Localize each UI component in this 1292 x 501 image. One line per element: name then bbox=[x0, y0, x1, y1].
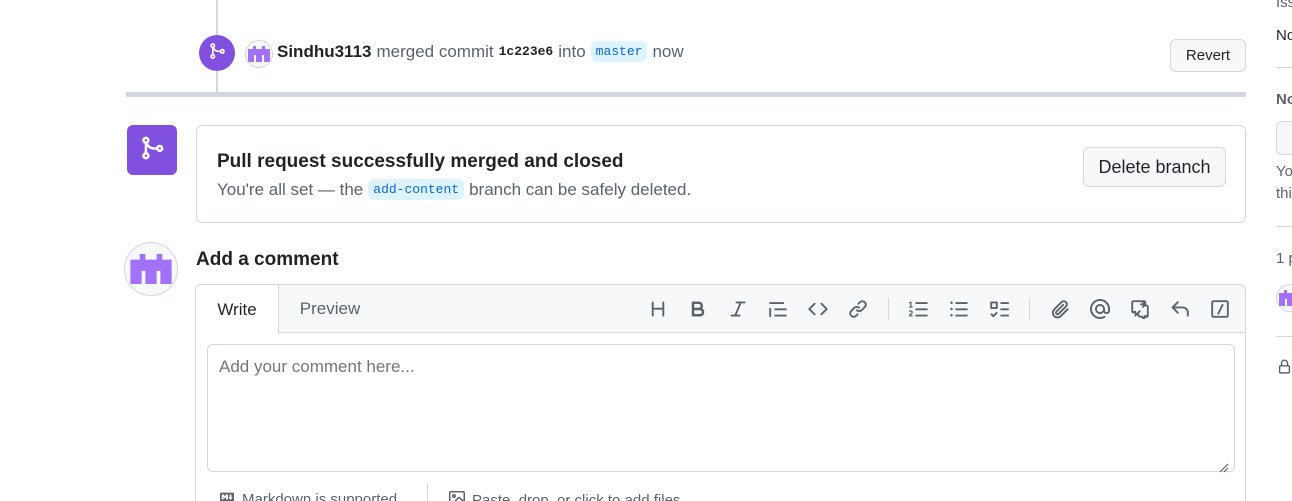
heading-icon[interactable] bbox=[646, 297, 670, 321]
mention-icon[interactable] bbox=[1088, 297, 1112, 321]
attach-files-note[interactable]: Paste, drop, or click to add files bbox=[448, 490, 680, 501]
task-list-icon[interactable] bbox=[987, 297, 1011, 321]
markdown-note[interactable]: Markdown is supported bbox=[218, 490, 397, 501]
subscribe-button[interactable] bbox=[1276, 121, 1292, 155]
resize-handle-icon[interactable] bbox=[1219, 460, 1229, 473]
sidebar-divider bbox=[1276, 67, 1292, 68]
merge-event-badge bbox=[199, 35, 235, 71]
unordered-list-icon[interactable] bbox=[947, 297, 971, 321]
sidebar-notice-line2: thi bbox=[1276, 185, 1292, 202]
event-time[interactable]: now bbox=[652, 42, 683, 62]
merge-status-box: Pull request successfully merged and clo… bbox=[196, 125, 1246, 223]
toolbar-separator bbox=[1029, 298, 1030, 320]
timeline-end-divider bbox=[126, 92, 1246, 97]
merge-desc-suffix: branch can be safely deleted. bbox=[469, 179, 692, 199]
tab-write[interactable]: Write bbox=[196, 285, 279, 334]
merge-status-title: Pull request successfully merged and clo… bbox=[217, 151, 624, 172]
merge-event-text: Sindhu3113 merged commit 1c223e6 into ma… bbox=[277, 41, 684, 62]
link-icon[interactable] bbox=[846, 297, 870, 321]
sidebar-notice-line1: Yo bbox=[1276, 163, 1292, 180]
participant-avatar[interactable] bbox=[1276, 284, 1292, 312]
slash-command-icon[interactable] bbox=[1208, 297, 1232, 321]
merge-action-text: merged commit bbox=[376, 41, 494, 61]
sidebar-issues-text: Iss bbox=[1276, 0, 1292, 11]
head-branch-label[interactable]: add-content bbox=[368, 179, 465, 200]
comment-textarea[interactable] bbox=[207, 344, 1235, 472]
sidebar-none-text: No bbox=[1276, 27, 1292, 44]
comment-editor: Write Preview Add your comment here... M… bbox=[195, 284, 1246, 501]
editor-footer: Markdown is supported Paste, drop, or cl… bbox=[196, 483, 1245, 501]
lock-icon[interactable] bbox=[1277, 358, 1292, 381]
commenter-avatar[interactable] bbox=[124, 242, 178, 296]
tab-preview[interactable]: Preview bbox=[288, 285, 372, 333]
commit-sha-link[interactable]: 1c223e6 bbox=[499, 44, 554, 59]
cross-reference-icon[interactable] bbox=[1128, 297, 1152, 321]
numbered-list-icon[interactable] bbox=[907, 297, 931, 321]
sidebar-participants-text: 1 p bbox=[1276, 250, 1292, 267]
merged-status-icon bbox=[127, 125, 177, 175]
image-icon bbox=[448, 490, 466, 501]
add-comment-heading: Add a comment bbox=[196, 249, 339, 270]
sidebar-divider bbox=[1276, 336, 1292, 337]
target-branch-label[interactable]: master bbox=[590, 41, 648, 62]
revert-button[interactable]: Revert bbox=[1170, 39, 1246, 72]
author-link[interactable]: Sindhu3113 bbox=[277, 42, 371, 62]
attach-icon[interactable] bbox=[1048, 297, 1072, 321]
reply-icon[interactable] bbox=[1168, 297, 1192, 321]
merge-desc-prefix: You're all set — the bbox=[217, 179, 364, 199]
sidebar-notifications-heading: No bbox=[1276, 91, 1292, 108]
delete-branch-button[interactable]: Delete branch bbox=[1083, 147, 1226, 187]
git-merge-icon bbox=[139, 135, 165, 166]
footer-separator bbox=[427, 483, 428, 501]
author-avatar[interactable] bbox=[245, 40, 273, 68]
bold-icon[interactable] bbox=[686, 297, 710, 321]
git-merge-icon bbox=[208, 42, 226, 65]
code-icon[interactable] bbox=[806, 297, 830, 321]
merge-status-description: You're all set — the add-content branch … bbox=[217, 179, 691, 200]
italic-icon[interactable] bbox=[726, 297, 750, 321]
sidebar-divider bbox=[1276, 226, 1292, 227]
attach-files-text: Paste, drop, or click to add files bbox=[472, 491, 681, 501]
into-text: into bbox=[558, 41, 586, 61]
markdown-icon bbox=[218, 490, 236, 501]
markdown-note-text: Markdown is supported bbox=[242, 490, 398, 501]
toolbar-separator bbox=[888, 298, 889, 320]
quote-icon[interactable] bbox=[766, 297, 790, 321]
editor-header: Write Preview bbox=[196, 285, 1245, 334]
